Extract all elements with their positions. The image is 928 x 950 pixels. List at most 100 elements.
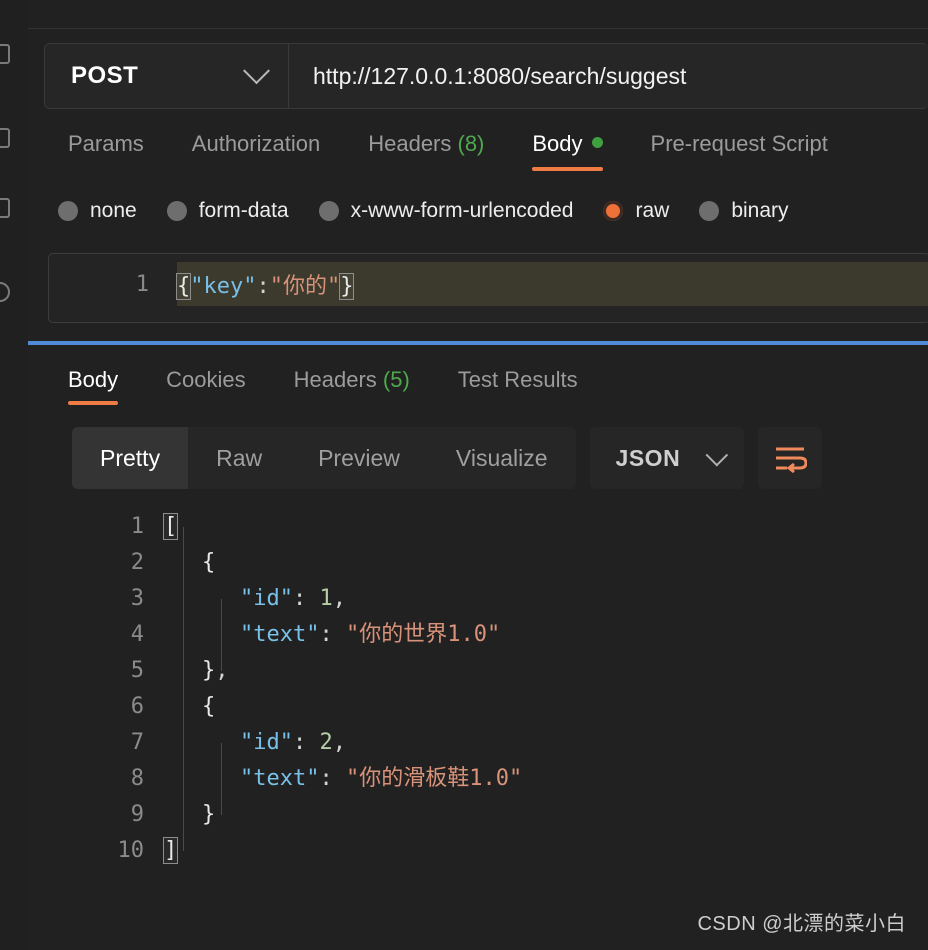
http-method-label: POST	[71, 62, 139, 89]
indent-guide-object-2	[221, 743, 222, 815]
body-type-none[interactable]: none	[58, 199, 137, 223]
json-key: "key"	[190, 274, 257, 299]
sidebar-history-icon[interactable]	[0, 282, 10, 302]
view-mode-raw[interactable]: Raw	[188, 427, 290, 489]
request-tab-params[interactable]: Params	[44, 125, 168, 175]
tab-count: (5)	[376, 367, 410, 392]
line-number: 8	[130, 766, 144, 791]
word-wrap-button[interactable]	[758, 427, 823, 489]
radio-icon	[318, 201, 339, 221]
view-mode-preview[interactable]: Preview	[290, 427, 428, 489]
code-line: 7 "id": 2,	[28, 725, 928, 761]
watermark-text: CSDN @北漂的菜小白	[697, 913, 906, 935]
token-punc: ,	[332, 730, 346, 755]
response-tabs: Body Cookies Headers (5) Test Results	[44, 361, 928, 411]
response-tab-body[interactable]: Body	[44, 361, 142, 409]
tab-label: Params	[68, 131, 144, 156]
response-tab-headers[interactable]: Headers (5)	[270, 361, 434, 409]
token-num: 2	[319, 730, 333, 755]
sidebar-apis-icon[interactable]	[0, 128, 10, 148]
code-text: "text": "你的世界1.0"	[164, 617, 500, 653]
code-line: 5},	[28, 653, 928, 689]
request-body-line-number: 1	[135, 271, 149, 297]
indent-guide-root	[183, 527, 184, 851]
code-text: "text": "你的滑板鞋1.0"	[164, 761, 522, 797]
code-line: 3 "id": 1,	[28, 581, 928, 617]
pane-splitter[interactable]	[28, 341, 928, 345]
code-line: 2{	[28, 545, 928, 581]
token-brace: {	[202, 550, 216, 575]
left-sidebar-strip[interactable]	[0, 0, 29, 950]
token-key: "id"	[240, 730, 293, 755]
tab-count: (8)	[451, 131, 485, 156]
response-format-label: JSON	[615, 444, 681, 471]
request-body-editor[interactable]: 1 {"key":"你的"}	[48, 253, 928, 323]
sidebar-environments-icon[interactable]	[0, 198, 10, 218]
tab-label: Body	[532, 131, 583, 156]
code-text: }	[164, 797, 215, 833]
code-text: "id": 1,	[164, 581, 346, 617]
token-punc: :	[319, 622, 346, 647]
body-type-radio-group: none form-data x-www-form-urlencoded raw bin…	[58, 189, 928, 233]
radio-icon	[58, 201, 78, 221]
token-key: "text"	[240, 622, 320, 647]
token-str: "你的滑板鞋1.0"	[345, 766, 523, 791]
code-text: },	[164, 653, 229, 689]
token-punc: :	[292, 730, 320, 755]
response-body-code[interactable]: 1[2{3"id": 1,4"text": "你的世界1.0"5},6{7"id…	[28, 509, 928, 869]
token-str: "你的世界1.0"	[345, 622, 501, 647]
radio-icon	[603, 201, 624, 221]
body-type-label: form-data	[198, 199, 289, 222]
request-tab-headers[interactable]: Headers (8)	[344, 125, 508, 175]
json-open-brace: {	[175, 273, 192, 300]
token-num: 1	[319, 586, 333, 611]
code-text: "id": 2,	[164, 725, 346, 761]
request-tab-authorization[interactable]: Authorization	[168, 125, 344, 175]
http-method-select[interactable]: POST	[45, 44, 289, 108]
tab-bar-strip	[28, 0, 928, 29]
token-brace: }	[202, 802, 216, 827]
tab-label: Cookies	[166, 367, 246, 392]
tab-label: Pre-request Script	[650, 131, 828, 156]
tab-label: Headers	[368, 131, 452, 156]
radio-icon	[166, 201, 187, 221]
code-line: 1[	[28, 509, 928, 545]
request-body-code: {"key":"你的"}	[175, 268, 355, 300]
token-punc: :	[319, 766, 346, 791]
line-number: 1	[130, 514, 144, 539]
line-number: 2	[130, 550, 144, 575]
response-tab-test-results[interactable]: Test Results	[434, 361, 602, 409]
request-tab-body[interactable]: Body	[508, 125, 626, 175]
radio-icon	[699, 201, 720, 221]
view-mode-visualize[interactable]: Visualize	[428, 427, 576, 489]
response-toolbar: Pretty Raw Preview Visualize JSON	[72, 425, 928, 491]
request-body-line: 1 {"key":"你的"}	[49, 262, 928, 306]
response-format-select[interactable]: JSON	[589, 427, 745, 489]
tab-label: Headers	[293, 367, 377, 392]
line-number: 10	[117, 838, 145, 863]
token-brace-box: [	[162, 513, 179, 540]
line-number: 6	[130, 694, 144, 719]
unsaved-dot-icon	[591, 137, 603, 148]
code-text: ]	[162, 833, 179, 869]
body-type-x-www-form-urlencoded[interactable]: x-www-form-urlencoded	[318, 199, 573, 223]
view-mode-pretty[interactable]: Pretty	[72, 427, 189, 489]
token-punc: ,	[332, 586, 346, 611]
sidebar-collections-icon[interactable]	[0, 44, 10, 64]
code-text: [	[162, 509, 179, 545]
request-tab-pre-request-script[interactable]: Pre-request Script	[627, 125, 852, 175]
code-line: 4 "text": "你的世界1.0"	[28, 617, 928, 653]
body-type-binary[interactable]: binary	[699, 199, 789, 223]
body-type-label: none	[90, 199, 137, 222]
url-input[interactable]: http://127.0.0.1:8080/search/suggest	[289, 44, 928, 108]
token-key: "id"	[240, 586, 293, 611]
request-tabs: Params Authorization Headers (8) Body Pre-re…	[44, 125, 928, 177]
chevron-down-icon	[243, 56, 270, 84]
tab-label: Test Results	[457, 367, 578, 392]
response-tab-cookies[interactable]: Cookies	[142, 361, 269, 409]
request-response-panel: POST http://127.0.0.1:8080/search/sugges…	[28, 0, 928, 950]
body-type-raw[interactable]: raw	[603, 199, 669, 223]
line-number: 3	[130, 586, 144, 611]
indent-guide-object-1	[221, 599, 222, 671]
body-type-form-data[interactable]: form-data	[166, 199, 289, 223]
